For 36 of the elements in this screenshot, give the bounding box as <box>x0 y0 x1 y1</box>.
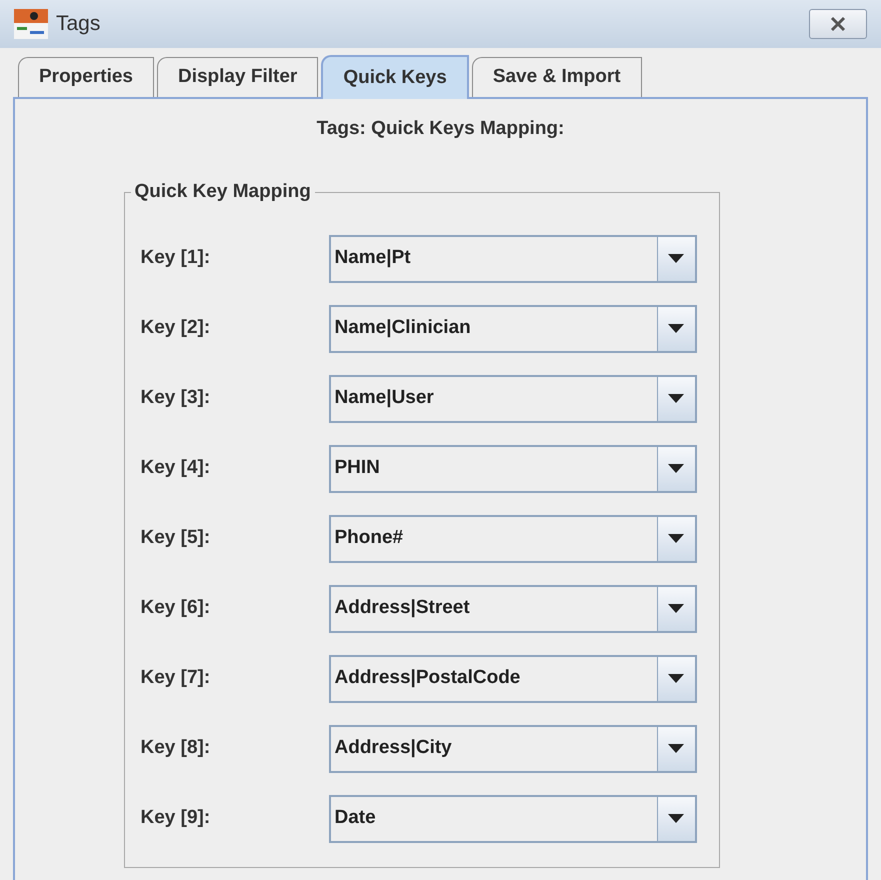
key-label: Key [7]: <box>140 666 212 690</box>
dropdown-arrow-icon <box>668 674 684 683</box>
key-label: Key [1]: <box>140 246 212 270</box>
app-icon <box>14 9 48 39</box>
close-icon <box>829 16 847 32</box>
dropdown-arrow-icon <box>668 394 684 403</box>
key-dropdown[interactable]: Phone# <box>328 514 696 562</box>
key-dropdown[interactable]: Address|PostalCode <box>328 654 696 702</box>
key-dropdown[interactable]: Date <box>328 794 696 842</box>
dropdown-arrow-icon <box>668 464 684 473</box>
key-label: Key [2]: <box>140 316 212 340</box>
dropdown-arrow-icon <box>668 604 684 613</box>
key-label: Key [3]: <box>140 386 212 410</box>
dropdown-arrow-icon <box>668 814 684 823</box>
close-button[interactable] <box>809 9 867 39</box>
key-label: Key [8]: <box>140 736 212 760</box>
key-label: Key [4]: <box>140 456 212 480</box>
panel-heading: Tags: Quick Keys Mapping: <box>316 117 564 141</box>
dropdown-arrow-icon <box>668 744 684 753</box>
key-label: Key [9]: <box>140 806 212 830</box>
tab[interactable]: Display Filter <box>156 57 318 97</box>
key-dropdown[interactable]: Address|City <box>328 724 696 772</box>
key-dropdown[interactable]: PHIN <box>328 444 696 492</box>
key-dropdown[interactable]: Name|Pt <box>328 234 696 282</box>
key-dropdown[interactable]: Name|User <box>328 374 696 422</box>
tab[interactable]: Properties <box>18 57 154 97</box>
key-label: Key [5]: <box>140 526 212 550</box>
key-dropdown[interactable]: Address|Street <box>328 584 696 632</box>
dropdown-arrow-icon <box>668 324 684 333</box>
dropdown-arrow-icon <box>668 534 684 543</box>
tab[interactable]: Quick Keys <box>321 55 469 99</box>
window-title: Tags <box>56 11 100 38</box>
key-label: Key [6]: <box>140 596 212 620</box>
dropdown-arrow-icon <box>668 254 684 263</box>
tab[interactable]: Save & Import <box>472 57 642 97</box>
key-dropdown[interactable]: Name|Clinician <box>328 304 696 352</box>
